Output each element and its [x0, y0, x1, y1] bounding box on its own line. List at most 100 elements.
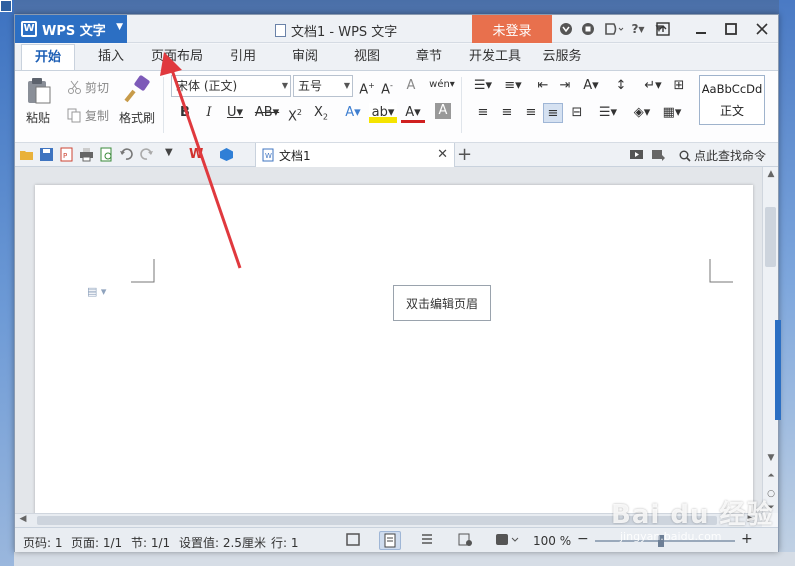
eye-protection-icon[interactable] — [493, 531, 523, 550]
superscript-icon[interactable]: X2 — [285, 103, 305, 124]
text-direction-icon[interactable]: A▾ — [577, 76, 605, 96]
font-name-select[interactable]: 宋体 (正文) ▼ — [171, 75, 291, 97]
phonetic-guide-icon[interactable]: wén▾ — [427, 75, 457, 95]
save-icon[interactable] — [39, 147, 54, 162]
paragraph-shading-icon[interactable]: ◈▾ — [629, 103, 655, 123]
numbering-icon[interactable]: ≡▾ — [499, 76, 527, 96]
wps-logo-icon: W — [21, 21, 37, 37]
line-spacing-icon[interactable]: ☰▾ — [595, 103, 621, 123]
table-border-icon[interactable]: ⊞ — [669, 76, 689, 96]
undo-icon[interactable] — [119, 147, 134, 162]
zoom-level[interactable]: 100 % — [533, 534, 571, 548]
close-button[interactable] — [748, 15, 776, 43]
paste-button[interactable]: 粘贴 — [23, 75, 53, 126]
clear-format-icon[interactable]: A — [401, 76, 421, 96]
scroll-left-icon[interactable]: ◀ — [17, 514, 29, 524]
increase-indent-icon[interactable]: ⇥ — [555, 76, 575, 96]
quick-access-bar: P ▼ W W 文档1 ✕ + 点此查找命令 — [15, 143, 778, 167]
tab-insert[interactable]: 插入 — [87, 44, 135, 70]
outline-view-icon[interactable] — [417, 531, 439, 550]
web-view-icon[interactable] — [455, 531, 477, 550]
border-icon[interactable]: ▦▾ — [659, 103, 685, 123]
font-color-icon[interactable]: A▾ — [401, 103, 425, 123]
page-view-icon[interactable] — [379, 531, 401, 550]
status-section: 节: 1/1 — [131, 536, 171, 550]
task-pane-toggle[interactable] — [775, 320, 781, 420]
previous-page-icon[interactable]: ⏶ — [763, 471, 779, 481]
sort-icon[interactable]: ↕ — [611, 76, 631, 96]
status-line: 行: 1 — [271, 536, 299, 550]
scroll-down-icon[interactable]: ▼ — [763, 453, 779, 463]
tab-home[interactable]: 开始 — [21, 44, 75, 70]
app-menu-button[interactable]: W WPS 文字 ▼ — [15, 15, 127, 43]
char-shading-icon[interactable]: A — [435, 103, 451, 119]
bold-icon[interactable]: B — [175, 103, 195, 123]
edit-header-hint[interactable]: 双击编辑页眉 — [393, 285, 491, 321]
tab-page-layout[interactable]: 页面布局 — [145, 44, 209, 70]
document-tab[interactable]: W 文档1 ✕ — [255, 143, 455, 167]
bullets-icon[interactable]: ☰▾ — [469, 76, 497, 96]
copy-button[interactable]: 复制 — [67, 107, 109, 124]
maximize-button[interactable] — [717, 15, 745, 43]
new-tab-icon[interactable]: + — [457, 144, 472, 165]
style-normal[interactable]: AaBbCcDd 正文 — [699, 75, 765, 125]
tab-references[interactable]: 引用 — [221, 44, 265, 70]
align-center-icon[interactable]: ≡ — [497, 103, 517, 123]
cut-button[interactable]: 剪切 — [67, 79, 109, 96]
export-pdf-icon[interactable]: P — [59, 147, 74, 162]
svg-text:W: W — [265, 152, 272, 160]
italic-icon[interactable]: I — [199, 103, 219, 123]
print-preview-icon[interactable] — [99, 147, 114, 162]
tab-developer[interactable]: 开发工具 — [465, 44, 525, 70]
reading-mode-icon[interactable] — [629, 147, 644, 162]
align-left-icon[interactable]: ≡ — [473, 103, 493, 123]
clipboard-icon — [28, 78, 51, 104]
highlight-icon[interactable]: ab▾ — [369, 103, 397, 123]
restore-ribbon-button[interactable] — [649, 15, 677, 43]
minimize-button[interactable] — [687, 15, 715, 43]
scroll-up-icon[interactable]: ▲ — [763, 169, 779, 179]
skin-icon[interactable] — [558, 21, 574, 37]
tab-section[interactable]: 章节 — [407, 44, 451, 70]
copy-label: 复制 — [85, 109, 110, 123]
help-label: ? — [631, 22, 639, 36]
desktop-shortcut-icon[interactable] — [0, 0, 12, 12]
print-icon[interactable] — [79, 147, 94, 162]
subscript-icon[interactable]: X2 — [311, 103, 331, 123]
document-page[interactable]: ▤ ▾ 双击编辑页眉 — [35, 185, 753, 513]
shrink-font-icon[interactable]: A- — [377, 76, 397, 97]
format-painter-label: 格式刷 — [119, 111, 156, 125]
zoom-in-icon[interactable]: + — [741, 531, 753, 547]
text-effect-icon[interactable]: A▾ — [341, 103, 365, 123]
wps-home-icon[interactable]: W — [189, 147, 209, 162]
grow-font-icon[interactable]: A+ — [357, 76, 377, 97]
help-icon[interactable]: ? ▼ — [627, 21, 649, 37]
justify-icon[interactable]: ≡ — [543, 103, 563, 123]
tab-cloud[interactable]: 云服务 — [535, 44, 589, 70]
find-command-search[interactable]: 点此查找命令 — [679, 147, 766, 164]
font-size-select[interactable]: 五号 ▼ — [293, 75, 353, 97]
feedback-icon[interactable] — [603, 21, 625, 37]
underline-icon[interactable]: U▾ — [223, 103, 247, 123]
template-cube-icon[interactable] — [219, 147, 234, 162]
redo-icon[interactable] — [139, 147, 154, 162]
distribute-icon[interactable]: ⊟ — [567, 103, 587, 123]
tab-view[interactable]: 视图 — [345, 44, 389, 70]
login-button[interactable]: 未登录 — [472, 15, 552, 43]
cube-icon[interactable] — [580, 21, 596, 37]
separator — [461, 77, 462, 133]
zoom-out-icon[interactable]: − — [577, 531, 589, 547]
tab-review[interactable]: 审阅 — [283, 44, 327, 70]
vertical-scroll-thumb[interactable] — [765, 207, 776, 267]
format-painter-button[interactable]: 格式刷 — [119, 75, 155, 126]
customize-toolbar-icon[interactable]: ▼ — [165, 147, 180, 162]
paragraph-option-icon[interactable]: ▤ ▾ — [87, 285, 106, 298]
full-screen-view-icon[interactable] — [343, 531, 365, 550]
open-folder-icon[interactable] — [19, 147, 34, 162]
close-tab-icon[interactable]: ✕ — [437, 147, 448, 162]
collapse-ribbon-icon[interactable] — [651, 147, 666, 162]
paragraph-mark-icon[interactable]: ↵▾ — [641, 76, 665, 96]
align-right-icon[interactable]: ≡ — [521, 103, 541, 123]
strikethrough-icon[interactable]: AB▾ — [251, 103, 283, 123]
decrease-indent-icon[interactable]: ⇤ — [533, 76, 553, 96]
